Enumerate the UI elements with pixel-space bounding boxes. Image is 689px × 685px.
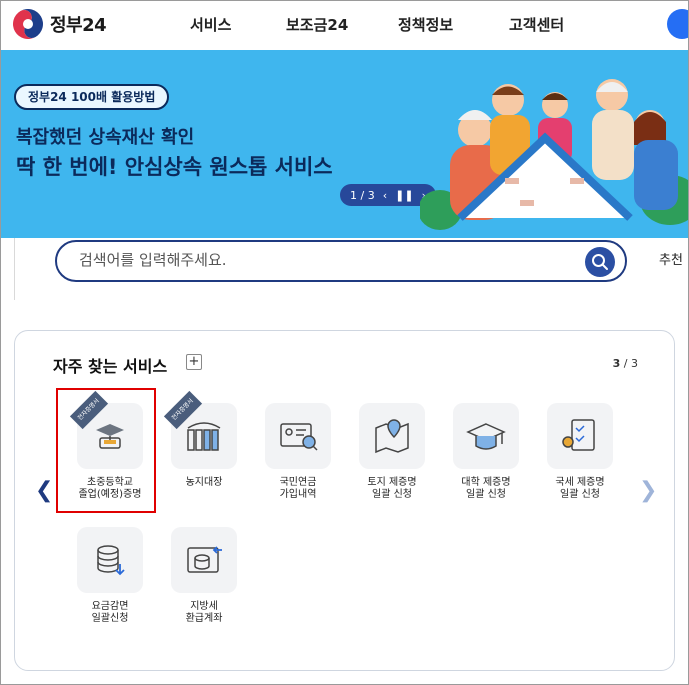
- nav-item-support[interactable]: 고객센터: [509, 14, 564, 35]
- id-card-search-icon: [265, 403, 331, 469]
- service-item-tax-certificate[interactable]: 국세 제증명 일괄 신청: [547, 403, 627, 513]
- service-item-farmland-register[interactable]: 전자증명서 농지대장: [163, 390, 251, 513]
- map-pin-icon: [359, 403, 425, 469]
- service-label: 국세 제증명 일괄 신청: [555, 477, 605, 500]
- checklist-document-icon: [547, 403, 613, 469]
- service-label: 농지대장: [185, 477, 223, 488]
- service-item-university-certificate[interactable]: 대학 제증명 일괄 신청: [453, 403, 533, 513]
- service-label: 국민연금 가입내역: [279, 477, 317, 500]
- database-download-icon: [77, 527, 143, 593]
- nav-item-policy[interactable]: 정책정보: [398, 14, 453, 35]
- search-area: [14, 238, 689, 300]
- service-label: 토지 제증명 일괄 신청: [367, 477, 417, 500]
- header: 정부24 서비스 보조금24 정책정보 고객센터: [0, 0, 689, 50]
- chevron-left-icon[interactable]: ❮: [35, 478, 53, 503]
- search-icon: [592, 254, 608, 270]
- banner-subtitle: 복잡했던 상속재산 확인: [16, 127, 195, 148]
- family-house-illustration: [420, 79, 689, 230]
- pause-icon[interactable]: ❚❚: [395, 189, 413, 202]
- banner-tag[interactable]: 정부24 100배 활용방법: [14, 84, 170, 110]
- panel-title: 자주 찾는 서비스: [53, 357, 168, 376]
- service-label: 대학 제증명 일괄 신청: [461, 477, 511, 500]
- nav-item-services[interactable]: 서비스: [190, 14, 231, 35]
- service-label: 요금감면 일괄신청: [91, 601, 129, 624]
- chevron-left-icon[interactable]: ‹: [383, 189, 387, 202]
- service-item-local-tax-refund[interactable]: 지방세 환급계좌: [171, 527, 251, 637]
- hero-banner[interactable]: 정부24 100배 활용방법 복잡했던 상속재산 확인 딱 한 번에! 안심상속…: [0, 50, 689, 238]
- logo-text: 정부24: [50, 15, 107, 36]
- service-item-land-certificate[interactable]: 토지 제증명 일괄 신청: [359, 403, 439, 513]
- panel-page-indicator: 3 / 3: [613, 357, 638, 370]
- page-total: / 3: [623, 357, 638, 370]
- chevron-right-icon[interactable]: ❯: [639, 478, 657, 503]
- logo[interactable]: 정부24: [12, 8, 107, 40]
- banner-title: 딱 한 번에! 안심상속 원스톱 서비스: [16, 155, 333, 179]
- search-box[interactable]: [55, 240, 627, 282]
- search-button[interactable]: [585, 247, 615, 277]
- nav-item-subsidy[interactable]: 보조금24: [286, 14, 348, 35]
- add-service-button[interactable]: +: [186, 354, 202, 370]
- refund-account-icon: [171, 527, 237, 593]
- service-label: 지방세 환급계좌: [185, 601, 223, 624]
- recommend-keywords-label[interactable]: 추천: [659, 249, 683, 268]
- service-item-fee-reduction[interactable]: 요금감면 일괄신청: [77, 527, 157, 637]
- banner-page-indicator: 1 / 3: [350, 188, 375, 202]
- service-item-pension[interactable]: 국민연금 가입내역: [265, 403, 345, 513]
- login-button[interactable]: [667, 9, 689, 39]
- taegeuk-logo-icon: [13, 9, 43, 39]
- search-input[interactable]: [79, 251, 559, 269]
- graduation-cap-icon: [453, 403, 519, 469]
- page-current: 3: [612, 357, 621, 370]
- selection-highlight: [56, 388, 156, 513]
